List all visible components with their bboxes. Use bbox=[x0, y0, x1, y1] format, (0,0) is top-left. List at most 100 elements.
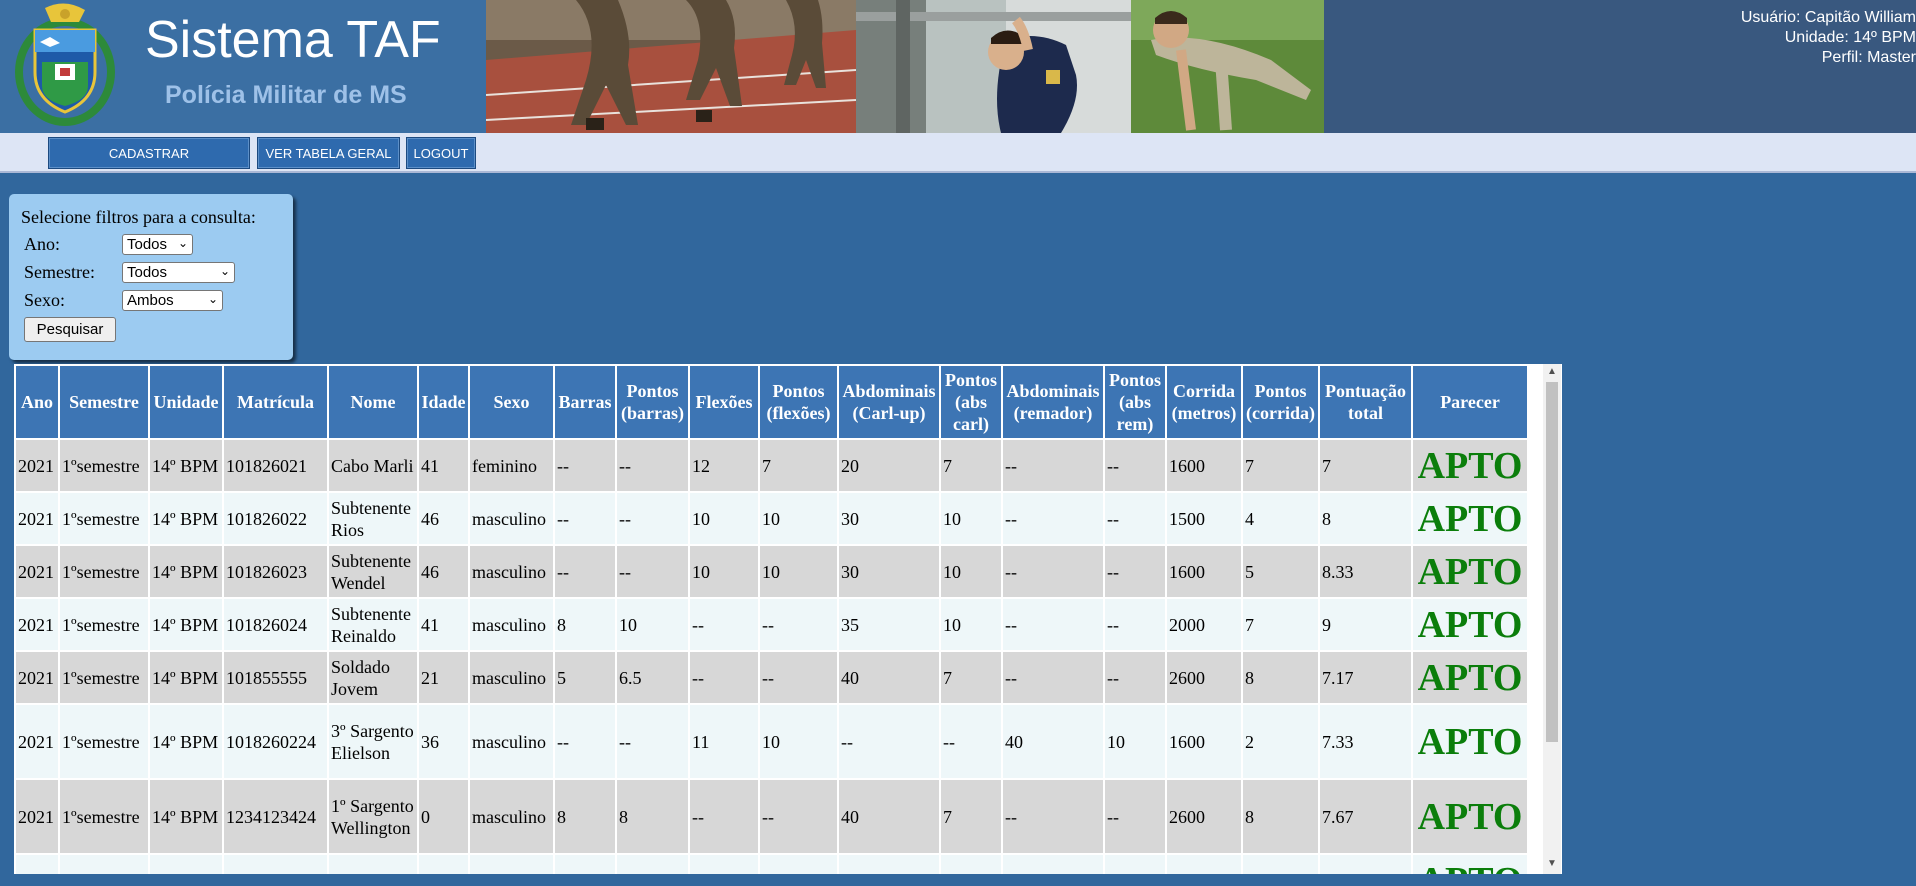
photo-running-soldiers bbox=[486, 0, 856, 133]
table-cell: 101826021 bbox=[224, 855, 327, 874]
table-cell: -- bbox=[1105, 440, 1165, 491]
table-row: 2021 1ºsemestre 14º BPM 101826021 Cabo Marli… bbox=[16, 440, 1527, 491]
table-cell: 10 bbox=[941, 599, 1001, 650]
table-cell: 30 bbox=[839, 546, 939, 597]
table-cell: 1ºsemestre bbox=[60, 780, 148, 853]
user-name: Usuário: Capitão William bbox=[1740, 9, 1916, 26]
table-cell: 10 bbox=[690, 546, 758, 597]
table-cell: 9 bbox=[1320, 599, 1411, 650]
table-cell: -- bbox=[1003, 780, 1103, 853]
table-cell: -- bbox=[617, 855, 688, 874]
brand-area: Sistema TAF Polícia Militar de MS bbox=[0, 0, 486, 133]
table-cell: 7 bbox=[941, 440, 1001, 491]
sexo-select[interactable]: Ambos ⌄ bbox=[122, 290, 223, 311]
table-cell: 1600 bbox=[1167, 546, 1241, 597]
parecer-cell: APTO bbox=[1413, 493, 1527, 544]
table-cell: 2021 bbox=[16, 705, 58, 778]
table-cell: 1ºsemestre bbox=[60, 440, 148, 491]
table-cell: 1500 bbox=[1167, 493, 1241, 544]
parecer-cell: APTO bbox=[1413, 705, 1527, 778]
cadastrar-button[interactable]: CADASTRAR bbox=[48, 137, 250, 169]
table-cell: 40 bbox=[839, 652, 939, 703]
column-header: Sexo bbox=[470, 366, 553, 438]
table-cell: -- bbox=[1003, 599, 1103, 650]
table-cell: 4 bbox=[1243, 493, 1318, 544]
table-cell: 14º BPM bbox=[150, 546, 222, 597]
table-cell: 14º BPM bbox=[150, 705, 222, 778]
ano-select[interactable]: Todos ⌄ bbox=[122, 234, 193, 255]
scroll-up-icon[interactable]: ▲ bbox=[1547, 366, 1557, 377]
table-cell: 14º BPM bbox=[150, 493, 222, 544]
table-cell: 10 bbox=[760, 493, 837, 544]
photo-pullup bbox=[856, 0, 1131, 133]
table-cell: -- bbox=[1105, 493, 1165, 544]
table-cell: 1ºsemestre bbox=[60, 705, 148, 778]
table-cell: -- bbox=[1003, 652, 1103, 703]
table-cell: masculino bbox=[470, 705, 553, 778]
table-cell: -- bbox=[760, 652, 837, 703]
column-header: Corrida (metros) bbox=[1167, 366, 1241, 438]
table-cell: -- bbox=[1003, 493, 1103, 544]
table-cell: 8 bbox=[555, 599, 615, 650]
table-cell: 2021 bbox=[16, 440, 58, 491]
photo-pushup bbox=[1131, 0, 1324, 133]
table-cell: 2021 bbox=[16, 546, 58, 597]
table-cell: -- bbox=[1105, 546, 1165, 597]
table-cell: 7 bbox=[1243, 440, 1318, 491]
table-cell: 1600 bbox=[1167, 440, 1241, 491]
user-info: Usuário: Capitão William Unidade: 14º BP… bbox=[1741, 8, 1916, 68]
pesquisar-button[interactable]: Pesquisar bbox=[24, 317, 116, 342]
table-cell: 101855555 bbox=[224, 652, 327, 703]
table-cell: masculino bbox=[470, 493, 553, 544]
user-profile: Perfil: Master bbox=[1821, 49, 1916, 66]
logout-button[interactable]: LOGOUT bbox=[406, 137, 476, 169]
table-cell: -- bbox=[617, 546, 688, 597]
table-cell: 7 bbox=[941, 652, 1001, 703]
table-cell: -- bbox=[839, 855, 939, 874]
table-cell: 1018260224 bbox=[224, 705, 327, 778]
table-cell: 30 bbox=[839, 493, 939, 544]
semestre-select-value: Todos bbox=[127, 264, 168, 281]
table-cell: 14º BPM bbox=[150, 652, 222, 703]
column-header: Parecer bbox=[1413, 366, 1527, 438]
table-cell: Subtenente Rios bbox=[329, 493, 417, 544]
table-row: 2021 1ºsemestre 14º BPM 1018260224 3º Sargen… bbox=[16, 705, 1527, 778]
results-table-container: Ano Semestre Unidade Matrícula Nome Idade Sexo… bbox=[14, 364, 1562, 874]
table-cell: 10 bbox=[941, 493, 1001, 544]
table-cell: Subtenente Wendel bbox=[329, 546, 417, 597]
table-cell: -- bbox=[941, 705, 1001, 778]
table-cell: 10 bbox=[1105, 855, 1165, 874]
app-subtitle: Polícia Militar de MS bbox=[165, 81, 407, 109]
table-cell: 7.67 bbox=[1320, 780, 1411, 853]
table-cell: 1ºsemestre bbox=[60, 599, 148, 650]
ver-tabela-geral-button[interactable]: VER TABELA GERAL bbox=[257, 137, 400, 169]
table-scrollbar[interactable]: ▲ ▼ bbox=[1543, 364, 1561, 874]
table-cell: Cabo Marli bbox=[329, 855, 417, 874]
column-header: Semestre bbox=[60, 366, 148, 438]
table-cell: 2021 bbox=[16, 855, 58, 874]
table-cell: -- bbox=[690, 780, 758, 853]
semestre-select[interactable]: Todos ⌄ bbox=[122, 262, 235, 283]
table-cell: 46 bbox=[419, 546, 468, 597]
table-cell: 11 bbox=[690, 705, 758, 778]
table-cell: masculino bbox=[470, 780, 553, 853]
column-header: Pontos (abs carl) bbox=[941, 366, 1001, 438]
table-header-row: Ano Semestre Unidade Matrícula Nome Idade Sexo… bbox=[16, 366, 1527, 438]
table-cell: feminino bbox=[470, 440, 553, 491]
column-header: Idade bbox=[419, 366, 468, 438]
parecer-cell: APTO bbox=[1413, 652, 1527, 703]
table-cell: 14º BPM bbox=[150, 780, 222, 853]
table-cell: masculino bbox=[470, 652, 553, 703]
scroll-thumb[interactable] bbox=[1546, 382, 1558, 742]
table-cell: Soldado Jovem bbox=[329, 652, 417, 703]
table-cell: 36 bbox=[419, 705, 468, 778]
table-cell: -- bbox=[1105, 780, 1165, 853]
table-cell: 0 bbox=[419, 780, 468, 853]
table-cell: 8 bbox=[555, 780, 615, 853]
table-cell: -- bbox=[1105, 599, 1165, 650]
table-cell: 12 bbox=[690, 440, 758, 491]
scroll-down-icon[interactable]: ▼ bbox=[1547, 858, 1557, 869]
parecer-cell: APTO bbox=[1413, 780, 1527, 853]
table-cell: 10 bbox=[760, 546, 837, 597]
table-cell: 41 bbox=[419, 599, 468, 650]
